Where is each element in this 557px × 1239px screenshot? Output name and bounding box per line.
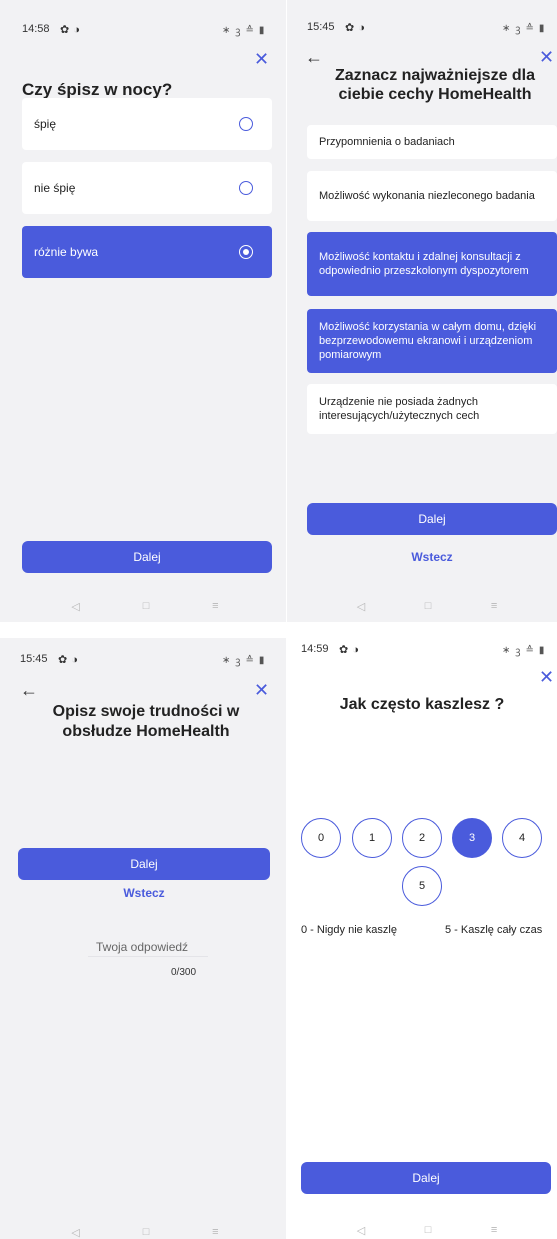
gear-icon: ✿ [345, 22, 355, 34]
scale-min-label: 0 - Nigdy nie kaszlę [301, 924, 397, 936]
screen-features: 15:45 ✿ ◑ ∗ ꝫ ≙ ▮ ← ✕ Zaznacz najważniej… [287, 0, 557, 622]
close-icon[interactable]: ✕ [254, 681, 269, 699]
nav-home-icon[interactable]: □ [425, 600, 432, 613]
mute-icon: ꝫ [515, 24, 521, 35]
page-title: Zaznacz najważniejsze dla ciebie cechy H… [334, 67, 536, 103]
scale-option[interactable]: 0 [301, 818, 341, 858]
next-button[interactable]: Dalej [18, 848, 270, 880]
option-card[interactable]: nie śpię [22, 162, 272, 214]
nav-home-icon[interactable]: □ [425, 1224, 432, 1237]
option-label: nie śpię [34, 181, 76, 195]
bluetooth-icon: ∗ [502, 644, 511, 656]
app-icon: ◑ [352, 643, 359, 656]
status-time: 15:45 [20, 653, 48, 665]
battery-icon: ▮ [538, 22, 545, 34]
option-card[interactable]: Możliwość wykonania niezleconego badania [307, 171, 557, 221]
next-button[interactable]: Dalej [22, 541, 272, 573]
radio-icon[interactable] [239, 181, 253, 195]
bluetooth-icon: ∗ [222, 24, 231, 36]
back-link[interactable]: Wstecz [18, 886, 270, 900]
android-nav-bar: ◁ □ ≡ [327, 600, 527, 613]
scale-option-selected[interactable]: 3 [452, 818, 492, 858]
android-nav-bar: ◁ □ ≡ [327, 1224, 527, 1237]
nav-menu-icon[interactable]: ≡ [491, 1224, 497, 1237]
page-title: Opisz swoje trudności w obsłudze HomeHea… [52, 703, 240, 740]
screen-difficulties: 15:45 ✿ ◑ ∗ ꝫ ≙ ▮ ← ✕ Opisz swoje trudno… [0, 638, 286, 1239]
back-arrow-icon[interactable]: ← [20, 681, 38, 699]
back-link[interactable]: Wstecz [307, 550, 557, 564]
option-card-selected[interactable]: Możliwość korzystania w całym domu, dzię… [307, 309, 557, 373]
gear-icon: ✿ [60, 24, 70, 36]
battery-icon: ▮ [538, 644, 545, 656]
option-label: Możliwość kontaktu i zdalnej konsultacji… [319, 251, 529, 277]
scale-option[interactable]: 5 [402, 866, 442, 906]
battery-icon: ▮ [258, 24, 265, 36]
page-title: Jak często kaszlesz ? [339, 696, 505, 713]
wifi-icon: ≙ [245, 654, 254, 666]
gear-icon: ✿ [339, 644, 349, 656]
scale-option[interactable]: 4 [502, 818, 542, 858]
nav-back-icon[interactable]: ◁ [357, 1224, 365, 1237]
option-label: Przypomnienia o badaniach [319, 136, 455, 148]
option-card-selected[interactable]: Możliwość kontaktu i zdalnej konsultacji… [307, 232, 557, 296]
status-bar: 14:58 ✿ ◑ ∗ ꝫ ≙ ▮ [0, 23, 286, 43]
char-counter: 0/300 [171, 967, 197, 978]
screen-cough: 14:59 ✿ ◑ ∗ ꝫ ≙ ▮ ✕ Jak często kaszlesz … [287, 628, 557, 1239]
status-bar: 14:59 ✿ ◑ ∗ ꝫ ≙ ▮ [287, 643, 557, 663]
option-card[interactable]: Urządzenie nie posiada żadnych interesuj… [307, 384, 557, 434]
mute-icon: ꝫ [515, 646, 521, 657]
back-arrow-icon[interactable]: ← [305, 48, 323, 66]
app-icon: ◑ [358, 21, 365, 34]
nav-back-icon[interactable]: ◁ [71, 600, 79, 613]
bluetooth-icon: ∗ [222, 654, 231, 666]
scale-option[interactable]: 2 [402, 818, 442, 858]
wifi-icon: ≙ [245, 24, 254, 36]
mute-icon: ꝫ [235, 656, 241, 667]
app-icon: ◑ [71, 653, 78, 666]
page-title: Czy śpisz w nocy? [22, 80, 173, 99]
gear-icon: ✿ [58, 654, 68, 666]
option-label: Urządzenie nie posiada żadnych interesuj… [319, 396, 480, 422]
option-label: Możliwość korzystania w całym domu, dzię… [319, 321, 537, 361]
nav-home-icon[interactable]: □ [143, 1226, 150, 1239]
option-label: Możliwość wykonania niezleconego badania [319, 190, 535, 202]
wifi-icon: ≙ [525, 22, 534, 34]
next-button[interactable]: Dalej [307, 503, 557, 535]
option-card-selected[interactable]: różnie bywa [22, 226, 272, 278]
nav-menu-icon[interactable]: ≡ [212, 1226, 218, 1239]
nav-back-icon[interactable]: ◁ [357, 600, 365, 613]
android-nav-bar: ◁ □ ≡ [40, 1226, 250, 1239]
answer-field[interactable]: Twoja odpowiedź [88, 940, 208, 957]
status-time: 14:59 [301, 643, 329, 655]
option-label: różnie bywa [34, 245, 99, 259]
bluetooth-icon: ∗ [502, 22, 511, 34]
close-icon[interactable]: ✕ [539, 668, 554, 686]
answer-placeholder: Twoja odpowiedź [96, 940, 189, 954]
scale-max-label: 5 - Kaszlę cały czas [445, 924, 543, 936]
nav-home-icon[interactable]: □ [143, 600, 150, 613]
status-bar: 15:45 ✿ ◑ ∗ ꝫ ≙ ▮ [287, 21, 557, 41]
option-card[interactable]: Przypomnienia o badaniach [307, 125, 557, 159]
scale-option[interactable]: 1 [352, 818, 392, 858]
nav-back-icon[interactable]: ◁ [71, 1226, 79, 1239]
nav-menu-icon[interactable]: ≡ [491, 600, 497, 613]
mute-icon: ꝫ [235, 26, 241, 37]
close-icon[interactable]: ✕ [539, 48, 554, 66]
status-time: 14:58 [22, 23, 50, 35]
radio-icon[interactable] [239, 117, 253, 131]
status-time: 15:45 [307, 21, 335, 33]
android-nav-bar: ◁ □ ≡ [40, 600, 250, 613]
status-bar: 15:45 ✿ ◑ ∗ ꝫ ≙ ▮ [0, 653, 286, 673]
nav-menu-icon[interactable]: ≡ [212, 600, 218, 613]
app-icon: ◑ [73, 23, 80, 36]
radio-selected-icon[interactable] [239, 245, 253, 259]
option-card[interactable]: śpię [22, 98, 272, 150]
screen-sleep: 14:58 ✿ ◑ ∗ ꝫ ≙ ▮ ✕ Czy śpisz w nocy? śp… [0, 0, 286, 622]
option-label: śpię [34, 117, 57, 131]
battery-icon: ▮ [258, 654, 265, 666]
wifi-icon: ≙ [525, 644, 534, 656]
close-icon[interactable]: ✕ [254, 50, 269, 68]
next-button[interactable]: Dalej [301, 1162, 551, 1194]
